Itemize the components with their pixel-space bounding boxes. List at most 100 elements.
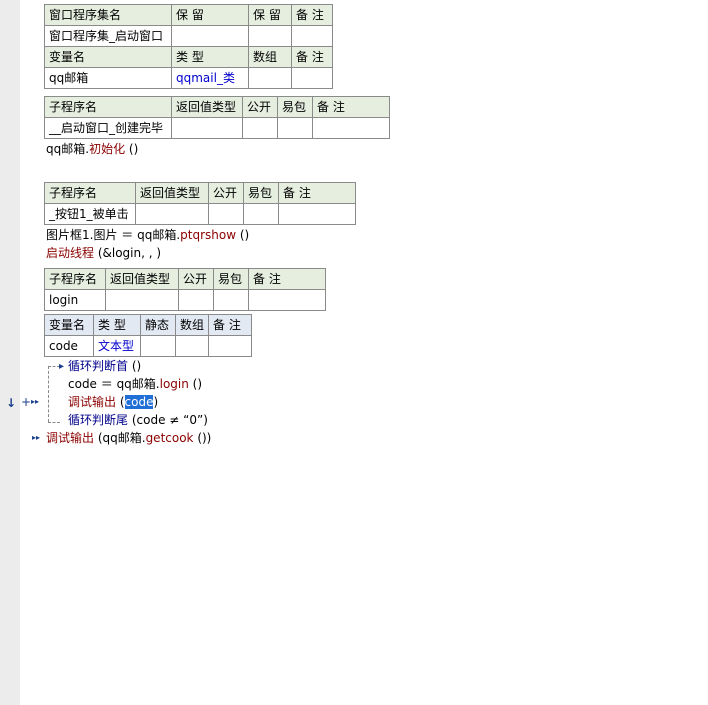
header-cell: 返回值类型: [105, 268, 179, 290]
subroutine-table-1: 子程序名 返回值类型 公开 易包 备 注 __启动窗口_创建完毕: [44, 96, 390, 139]
code-command: 调试输出: [46, 431, 95, 445]
header-cell: 返回值类型: [135, 182, 209, 204]
var-type-cell[interactable]: 文本型: [93, 335, 141, 357]
cell[interactable]: [277, 117, 313, 139]
header-cell: 子程序名: [44, 182, 136, 204]
cell[interactable]: [243, 203, 279, 225]
plus-icon[interactable]: +: [21, 394, 31, 410]
code-line-loop-start[interactable]: 循环判断首 (): [68, 358, 141, 374]
header-cell: 保 留: [248, 4, 292, 26]
loop-arrow-icon: ▸: [59, 361, 65, 372]
code-lhs: 图片框1.图片 ＝ qq邮箱.: [46, 228, 181, 242]
loop-end-connector: [48, 422, 60, 423]
subroutine-table-2: 子程序名 返回值类型 公开 易包 备 注 _按钮1_被单击: [44, 182, 356, 225]
cell[interactable]: [105, 289, 179, 311]
cell[interactable]: [140, 335, 176, 357]
header-cell: 备 注: [291, 46, 333, 68]
code-line-debug-getcook[interactable]: 调试输出 (qq邮箱.getcook ()): [46, 430, 211, 446]
sub-name-cell[interactable]: _按钮1_被单击: [44, 203, 136, 225]
code-args: (): [125, 142, 139, 156]
header-cell: 返回值类型: [171, 96, 243, 118]
var-name-cell[interactable]: code: [44, 335, 94, 357]
header-cell: 子程序名: [44, 268, 106, 290]
code-args: (): [236, 228, 250, 242]
code-args: (): [128, 359, 142, 373]
code-line-start-thread[interactable]: 启动线程 (&login, , ): [46, 245, 161, 261]
header-cell: 变量名: [44, 46, 172, 68]
var-type-cell[interactable]: qqmail_类: [171, 67, 249, 89]
sub-name-cell[interactable]: __启动窗口_创建完毕: [44, 117, 172, 139]
cell[interactable]: [135, 203, 209, 225]
code-close: ()): [193, 431, 212, 445]
code-open-paren: (: [116, 395, 125, 409]
cell[interactable]: [248, 289, 326, 311]
header-cell: 静态: [140, 314, 176, 336]
cell[interactable]: [213, 289, 249, 311]
code-line-loop-end[interactable]: 循环判断尾 (code ≠ “0”): [68, 412, 208, 428]
cell[interactable]: [291, 25, 333, 47]
selected-argument[interactable]: code: [124, 395, 154, 409]
subroutine-table-3: 子程序名 返回值类型 公开 易包 备 注 login: [44, 268, 326, 311]
header-cell: 易包: [277, 96, 313, 118]
assembly-name-cell[interactable]: 窗口程序集_启动窗口: [44, 25, 172, 47]
cell[interactable]: [171, 117, 243, 139]
code-method: getcook: [145, 431, 194, 445]
code-args: (&login, , ): [94, 246, 162, 260]
header-cell: 变量名: [44, 314, 94, 336]
code-args: (): [188, 377, 203, 391]
code-line-init[interactable]: qq邮箱.初始化 (): [46, 141, 138, 157]
header-cell: 子程序名: [44, 96, 172, 118]
loop-bracket-line: [48, 366, 49, 422]
header-cell: 公开: [178, 268, 214, 290]
editor-gutter: [0, 0, 20, 705]
header-cell: 数组: [248, 46, 292, 68]
header-cell: 备 注: [278, 182, 356, 204]
code-command: 循环判断尾: [68, 413, 129, 427]
local-var-table: 变量名 类 型 静态 数组 备 注 code 文本型: [44, 314, 253, 357]
cell[interactable]: [178, 289, 214, 311]
cell[interactable]: [171, 25, 249, 47]
header-cell: 公开: [208, 182, 244, 204]
expand-icon[interactable]: ▸▸: [32, 433, 40, 443]
header-cell: 易包: [243, 182, 279, 204]
cell[interactable]: [278, 203, 356, 225]
header-cell: 数组: [174, 314, 210, 336]
code-line-assign[interactable]: code ＝ qq邮箱.login (): [68, 376, 202, 392]
cell[interactable]: [291, 67, 333, 89]
header-cell: 类 型: [171, 46, 249, 68]
code-open: (qq邮箱.: [94, 431, 146, 445]
code-method: 初始化: [89, 142, 126, 156]
header-cell: 窗口程序集名: [44, 4, 172, 26]
header-cell: 备 注: [248, 268, 326, 290]
code-line-debug-code[interactable]: 调试输出 (code): [68, 394, 158, 410]
header-cell: 备 注: [291, 4, 333, 26]
header-cell: 保 留: [171, 4, 249, 26]
code-command: 启动线程: [46, 246, 95, 260]
cell[interactable]: [312, 117, 390, 139]
cell[interactable]: [208, 335, 253, 357]
code-object: qq邮箱.: [46, 142, 90, 156]
code-method: login: [159, 377, 189, 391]
cell[interactable]: [208, 203, 244, 225]
code-lhs: code ＝ qq邮箱.: [68, 377, 160, 391]
header-cell: 类 型: [93, 314, 141, 336]
expand-icon[interactable]: ▸▸: [31, 397, 39, 407]
code-line-ptqrshow[interactable]: 图片框1.图片 ＝ qq邮箱.ptqrshow (): [46, 227, 249, 243]
code-args: (code ≠ “0”): [128, 413, 208, 427]
code-command: 调试输出: [68, 395, 117, 409]
assembly-table: 窗口程序集名 保 留 保 留 备 注 窗口程序集_启动窗口 变量名 类 型 数组…: [44, 4, 333, 89]
cell[interactable]: [248, 25, 292, 47]
header-cell: 公开: [242, 96, 278, 118]
header-cell: 易包: [213, 268, 249, 290]
cell[interactable]: [248, 67, 292, 89]
sub-name-cell[interactable]: login: [44, 289, 106, 311]
header-cell: 备 注: [312, 96, 390, 118]
current-line-arrow-icon[interactable]: ↓: [6, 395, 16, 411]
header-cell: 备 注: [208, 314, 253, 336]
cell[interactable]: [174, 335, 210, 357]
code-close-paren: ): [153, 395, 159, 409]
code-command: 循环判断首: [68, 359, 129, 373]
var-name-cell[interactable]: qq邮箱: [44, 67, 172, 89]
code-method: ptqrshow: [180, 228, 237, 242]
cell[interactable]: [242, 117, 278, 139]
